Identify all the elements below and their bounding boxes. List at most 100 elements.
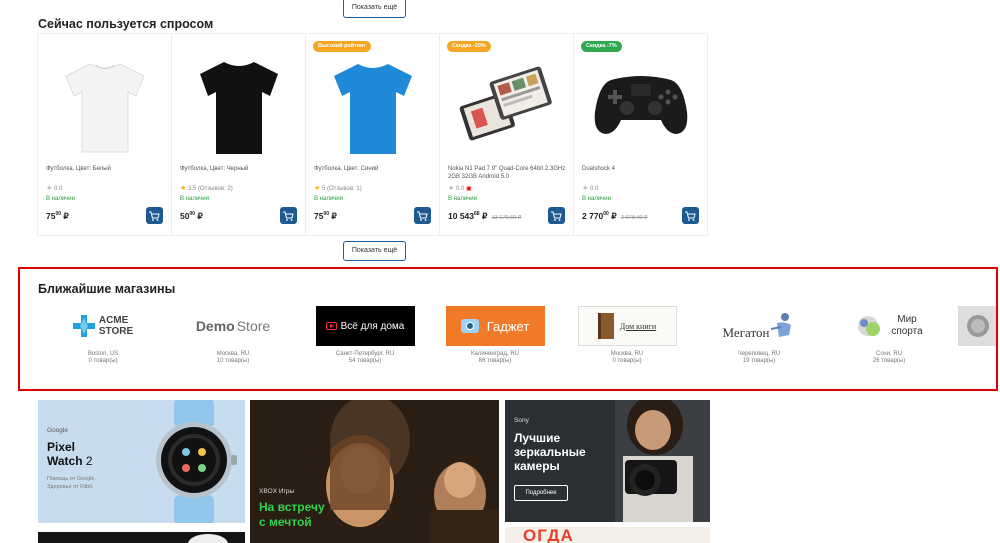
product-rating: ★ 0.0: [46, 184, 62, 192]
camera-icon: [460, 319, 479, 333]
add-to-cart-button[interactable]: [280, 207, 297, 224]
add-to-cart-button[interactable]: [414, 207, 431, 224]
old-price: 2 978,49 ₽: [621, 215, 648, 221]
product-name[interactable]: Футболка, Цвет: Черный: [180, 165, 302, 173]
product-price: 10 54368 ₽ 13 179,60 ₽: [448, 211, 521, 222]
white-tshirt-image[interactable]: [46, 52, 164, 160]
store-acme[interactable]: ACME STORE Boston, US 0 товар(ы): [48, 306, 158, 365]
product-card[interactable]: Скидка -7% Dualshock 4 ★ 0.0 В наличии 2…: [573, 33, 708, 236]
store-logo-text: ACME: [98, 315, 129, 326]
megaton-logo: Мегатон: [709, 306, 809, 346]
cart-icon: [685, 211, 696, 221]
disc-icon: [967, 315, 989, 337]
popular-section-title: Сейчас пользуется спросом: [38, 17, 214, 31]
star-icon: ★: [314, 185, 321, 192]
store-sport-world[interactable]: Мир спорта Сочи, RU 26 товар(ы): [834, 306, 944, 365]
store-home[interactable]: Всё для дома Санкт-Петербург, RU 54 това…: [310, 306, 420, 365]
product-name[interactable]: Футболка, Цвет: Белый: [46, 165, 168, 173]
blue-tshirt-image[interactable]: [314, 52, 432, 160]
stock-status: В наличии: [180, 196, 210, 202]
store-gadget[interactable]: Гаджет Калининград, RU 86 товар(ы): [440, 306, 550, 365]
product-price: 5000 ₽: [180, 211, 203, 222]
add-to-cart-button[interactable]: [146, 207, 163, 224]
price-currency: ₽: [63, 211, 69, 221]
star-icon: ★: [582, 185, 589, 192]
add-to-cart-button[interactable]: [548, 207, 565, 224]
banner-brand: Sony: [514, 417, 529, 424]
stock-status: В наличии: [448, 196, 478, 202]
store-product-count: 86 товар(ы): [478, 358, 512, 364]
rating-value: 5 (Отзывов: 1): [321, 186, 362, 192]
store-product-count: 19 товар(ы): [742, 358, 776, 364]
show-more-button[interactable]: Показать ещё: [343, 241, 406, 261]
store-product-count: 0 товар(ы): [88, 358, 118, 364]
store-city: Москва, RU: [610, 351, 644, 357]
demo-store-logo: Demo Store: [183, 306, 283, 346]
store-logo-text: Всё для дома: [340, 320, 405, 332]
stock-status: В наличии: [314, 196, 344, 202]
acme-cross-icon: [72, 315, 95, 337]
store-logo-text: Store: [236, 318, 271, 334]
rating-value: 0.0: [455, 186, 465, 192]
discount-badge: Скидка -20%: [447, 41, 491, 52]
product-price: 7500 ₽: [314, 211, 337, 222]
product-name[interactable]: Dualshock 4: [582, 165, 704, 173]
tablets-image[interactable]: [448, 52, 566, 160]
sony-cameras-banner[interactable]: Sony Лучшие зеркальные камеры Подробнее: [505, 400, 710, 522]
cart-icon: [283, 211, 294, 221]
home-store-logo: Всё для дома: [315, 306, 415, 346]
store-demo[interactable]: Demo Store Москва, RU 10 товар(ы): [178, 306, 288, 365]
price-value: 10 543: [448, 211, 474, 221]
store-logo-text: Дом книги: [619, 321, 657, 331]
store-product-count: 10 товар(ы): [216, 358, 250, 364]
price-cents: 68: [474, 211, 480, 218]
product-price: 2 77000 ₽ 2 978,49 ₽: [582, 211, 647, 222]
star-icon: ★: [180, 185, 187, 192]
store-product-count: 54 товар(ы): [348, 358, 382, 364]
store-city: Калининград, RU: [470, 351, 520, 357]
price-cents: 00: [55, 211, 62, 218]
product-card[interactable]: Футболка, Цвет: Черный ★ 3.5 (Отзывов: 2…: [171, 33, 306, 236]
cart-icon: [551, 211, 562, 221]
product-card[interactable]: Высокий рейтинг Футболка, Цвет: Синий ★ …: [305, 33, 440, 236]
add-to-cart-button[interactable]: [682, 207, 699, 224]
product-rating: ★ 3.5 (Отзывов: 2): [180, 184, 233, 192]
store-logo-text: Гаджет: [486, 318, 530, 334]
megaton-figure-icon: [771, 313, 792, 337]
price-cents: 00: [603, 211, 609, 218]
store-logo-text: STORE: [98, 326, 134, 337]
price-currency: ₽: [331, 211, 337, 221]
product-rating: ★ 0.0: [582, 184, 598, 192]
star-icon: ★: [46, 185, 53, 192]
store-megaton[interactable]: Мегатон Череповец, RU 19 товар(ы): [704, 306, 814, 365]
pixel-watch-banner[interactable]: Google Pixel Watch 2 Помощь от Google. З…: [38, 400, 245, 523]
store-city: Москва, RU: [216, 351, 250, 357]
store-logo-text: Мегатон: [722, 325, 770, 340]
store-product-count: 0 товар(ы): [612, 358, 642, 364]
store-product-count: 26 товар(ы): [872, 358, 906, 364]
store-book-house[interactable]: Дом книги Москва, RU 0 товар(ы): [572, 306, 682, 365]
gamepad-image[interactable]: [582, 52, 700, 160]
bottom-banner-right[interactable]: ОГДА: [505, 527, 710, 543]
banner-title: Лучшие: [514, 431, 561, 445]
bottom-banner-left[interactable]: [38, 532, 245, 543]
cart-icon: [417, 211, 428, 221]
product-card[interactable]: Скидка -20% Nokia N1 Pad 7.9" Quad-Core …: [439, 33, 574, 236]
sport-world-logo: Мир спорта: [839, 306, 939, 346]
product-name[interactable]: Nokia N1 Pad 7.9" Quad-Core 64bit 2.3GHz…: [448, 165, 570, 181]
stock-status: В наличии: [46, 196, 76, 202]
product-name[interactable]: Футболка, Цвет: Синий: [314, 165, 436, 173]
product-card[interactable]: Футболка, Цвет: Белый ★ 0.0 В наличии 75…: [37, 33, 172, 236]
xbox-banner[interactable]: XBOX Игры На встречу с мечтой: [250, 400, 499, 543]
store-logo-text: спорта: [891, 326, 923, 337]
show-more-button-top[interactable]: Показать ещё: [343, 0, 406, 18]
more-details-button[interactable]: Подробнее: [514, 485, 568, 501]
book-house-logo: Дом книги: [577, 306, 677, 346]
black-tshirt-image[interactable]: [180, 52, 298, 160]
products-row: Футболка, Цвет: Белый ★ 0.0 В наличии 75…: [37, 33, 708, 236]
store-partial[interactable]: [958, 306, 996, 346]
play-icon: [325, 322, 337, 330]
rating-badge: Высокий рейтинг: [313, 41, 371, 52]
store-city: Череповец, RU: [737, 351, 781, 357]
rating-value: 0.0: [589, 186, 599, 192]
